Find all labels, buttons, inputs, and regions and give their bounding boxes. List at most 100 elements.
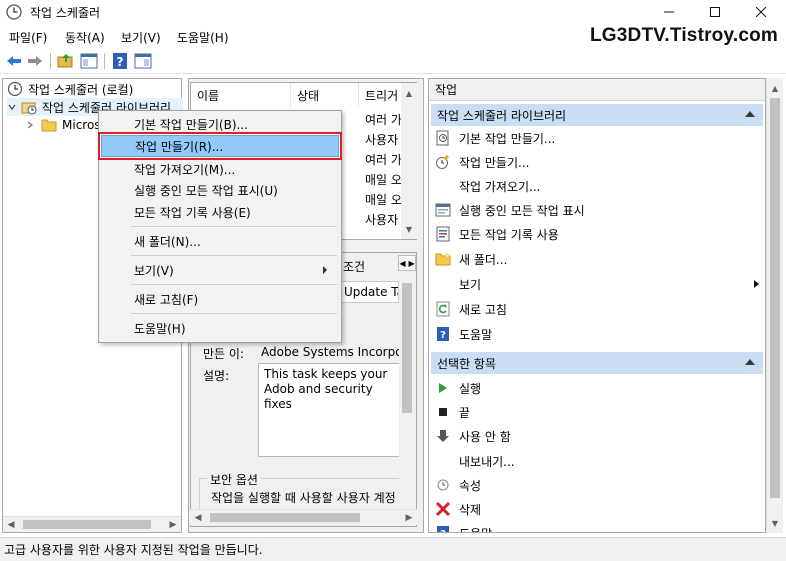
scroll-left-icon[interactable]: ◀ [190,510,206,526]
help-icon[interactable]: ? [111,52,129,70]
help-icon: ? [435,525,451,532]
title-bar: 작업 스케줄러 [0,0,786,24]
tab-conditions[interactable]: 조건 [343,258,365,275]
scroll-thumb[interactable] [23,520,151,529]
menu-item-enable-history[interactable]: 모든 작업 기록 사용(E) [101,201,339,223]
minimize-button[interactable] [646,0,692,24]
brand-watermark: LG3DTV.Tistroy.com [589,25,778,46]
scroll-up-icon[interactable]: ▲ [401,85,417,101]
section-selected-item-label: 선택한 항목 [437,356,497,371]
running-tasks-icon [435,202,451,218]
maximize-button[interactable] [692,0,738,24]
basic-task-icon [435,130,451,146]
scroll-up-icon[interactable]: ▲ [767,80,783,96]
tree-horizontal-scrollbar[interactable]: ◀ ▶ [3,516,181,532]
back-arrow-icon[interactable] [5,52,23,70]
task-trigger-cell[interactable]: 사용자 [365,131,398,148]
action-disable[interactable]: 사용 안 함 [435,425,511,447]
menu-item-help[interactable]: 도움말(H) [101,317,339,339]
action-export[interactable]: 내보내기... [435,450,515,472]
show-hide-action-pane-icon[interactable] [134,52,152,70]
menu-item-new-folder[interactable]: 새 폴더(N)... [101,230,339,252]
section-selected-item[interactable]: 선택한 항목 [431,352,763,374]
toolbar-separator [50,53,51,69]
task-name-field[interactable]: Update Tas [341,281,399,303]
scroll-thumb[interactable] [402,283,412,413]
action-label: 내보내기... [459,454,515,469]
scroll-thumb[interactable] [770,98,780,498]
task-trigger-cell[interactable]: 매일 오 [365,171,402,188]
action-run[interactable]: 실행 [435,377,481,399]
scroll-right-icon[interactable]: ▶ [401,510,417,526]
column-header-trigger[interactable]: 트리거 [359,83,403,107]
action-refresh[interactable]: 새로 고침 [435,298,507,320]
middle-horizontal-scrollbar[interactable]: ◀ ▶ [190,509,417,525]
action-properties[interactable]: 속성 [435,474,481,496]
action-delete[interactable]: 삭제 [435,498,481,520]
collapse-icon[interactable] [745,359,755,365]
action-view[interactable]: 보기 [435,273,759,295]
action-label: 속성 [459,478,482,493]
action-label: 실행 [459,381,482,396]
action-label: 실행 중인 모든 작업 표시 [459,203,585,218]
scroll-down-icon[interactable]: ▼ [401,221,417,237]
actions-vertical-scrollbar[interactable]: ▲ ▼ [766,78,783,533]
menu-item-create-task[interactable]: 작업 만들기(R)... [98,132,342,160]
action-help-selected[interactable]: ? 도움말 [435,522,492,533]
column-header-status[interactable]: 상태 [291,83,359,107]
menu-item-import-task[interactable]: 작업 가져오기(M)... [101,158,339,180]
menu-item-refresh[interactable]: 새로 고침(F) [101,288,339,310]
action-end[interactable]: 끝 [435,401,470,423]
action-new-folder[interactable]: 새 폴더... [435,248,507,270]
action-label: 사용 안 함 [459,429,511,444]
menu-item-view[interactable]: 보기(V) [101,259,339,281]
action-help[interactable]: ? 도움말 [435,323,492,345]
menu-file[interactable]: 파일(F) [9,29,47,46]
list-vertical-scrollbar[interactable]: ▲ ▼ [401,83,417,239]
action-create-task[interactable]: 작업 만들기... [435,151,529,173]
close-button[interactable] [738,0,784,24]
menu-item-view-label: 보기(V) [134,263,174,278]
up-folder-icon[interactable] [57,52,75,70]
action-label: 새 폴더... [459,252,508,267]
close-icon [756,7,766,17]
menu-view[interactable]: 보기(V) [121,29,161,46]
action-import-task[interactable]: 작업 가져오기... [435,175,541,197]
collapse-icon[interactable] [745,111,755,117]
menu-help[interactable]: 도움말(H) [177,29,229,46]
menu-separator [131,284,337,285]
chevron-left-icon[interactable]: ◀ [399,259,405,268]
tree-item-microsoft[interactable]: Micros [25,116,101,134]
menu-item-create-basic-task[interactable]: 기본 작업 만들기(B)... [101,113,339,135]
detail-vertical-scrollbar[interactable] [399,275,415,525]
action-label: 도움말 [459,525,492,533]
forward-arrow-icon[interactable] [26,52,44,70]
description-field[interactable]: This task keeps your Adob and security f… [258,363,400,457]
toolbar: ? [0,48,786,74]
chevron-right-icon[interactable] [25,120,35,130]
tree-item-root[interactable]: 작업 스케줄러 (로컬) [7,80,133,98]
scroll-down-icon[interactable]: ▼ [767,515,783,531]
task-trigger-cell[interactable]: 여러 가 [365,151,402,168]
task-trigger-cell[interactable]: 여러 가 [365,111,402,128]
section-task-library-label: 작업 스케줄러 라이브러리 [437,108,567,123]
action-display-running-tasks[interactable]: 실행 중인 모든 작업 표시 [435,199,585,221]
chevron-right-icon[interactable]: ▶ [409,259,415,268]
status-text: 고급 사용자를 위한 사용자 지정된 작업을 만듭니다. [4,543,263,557]
chevron-down-icon[interactable] [7,102,17,112]
scroll-left-icon[interactable]: ◀ [3,517,19,533]
column-header-name[interactable]: 이름 [191,83,291,107]
scroll-right-icon[interactable]: ▶ [165,517,181,533]
task-trigger-cell[interactable]: 매일 오 [365,191,402,208]
show-hide-tree-icon[interactable] [80,52,98,70]
action-enable-history[interactable]: 모든 작업 기록 사용 [435,223,559,245]
action-label: 새로 고침 [459,302,507,317]
section-task-library[interactable]: 작업 스케줄러 라이브러리 [431,104,763,126]
task-trigger-cell[interactable]: 사용자 [365,211,398,228]
scroll-thumb[interactable] [210,513,360,522]
tab-scroll-buttons[interactable]: ◀ ▶ [398,255,416,271]
menu-item-display-running-tasks[interactable]: 실행 중인 모든 작업 표시(U) [101,179,339,201]
action-label: 작업 가져오기... [459,179,541,194]
action-create-basic-task[interactable]: 기본 작업 만들기... [435,127,555,149]
menu-action[interactable]: 동작(A) [65,29,105,46]
